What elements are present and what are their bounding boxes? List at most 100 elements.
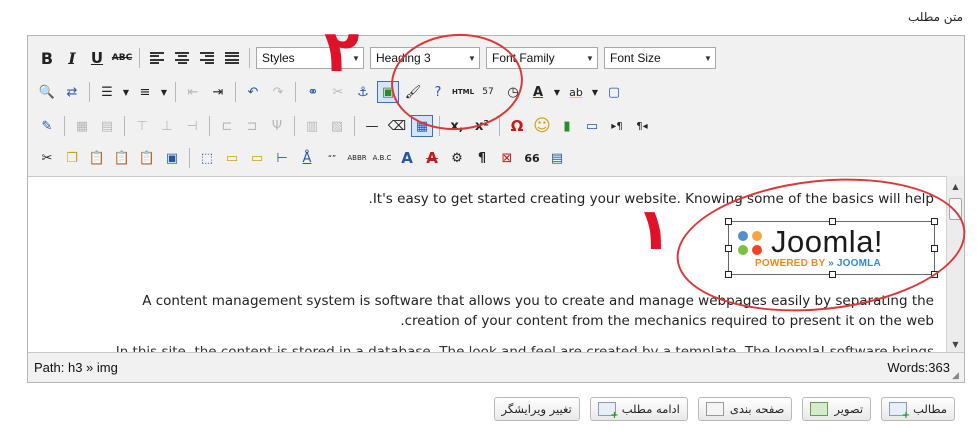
show-blocks-button[interactable]: ¶ [471,147,493,169]
article-icon [889,402,910,421]
underline-button[interactable]: U [86,47,108,69]
remove-format-button[interactable]: ⌫ [386,115,408,137]
insert-layer-button[interactable]: ⬚ [196,147,218,169]
insert-col-after-button[interactable]: ⊐ [241,115,263,137]
merge-cells-button[interactable]: ▧ [326,115,348,137]
strikethrough-button[interactable]: ABC [111,47,133,69]
font-size-select-value: Font Size [610,51,661,65]
image-button-label: تصویر [834,402,864,416]
italic-button[interactable]: I [61,47,83,69]
link-button[interactable]: ⚭ [302,81,324,103]
emotions-button[interactable]: ☺ [531,115,553,137]
rtl-button[interactable]: ¶◂ [631,115,653,137]
advanced-hr-icon: ▭ [585,118,599,134]
eraser-icon: ⌫ [387,118,407,134]
cite-button[interactable]: “” [321,147,343,169]
special-char-button[interactable]: Ω [506,115,528,137]
acronym-tag-button[interactable]: A.B.C [371,147,393,169]
align-left-button[interactable] [146,47,168,69]
anchor-icon: ⚓ [357,84,369,100]
pilcrow-icon: ¶ [477,150,487,166]
toolbar-separator [175,82,176,102]
bullet-list-button[interactable]: ☰ [96,81,118,103]
toolbar-separator [124,116,125,136]
element-path[interactable]: Path: h3 » img [34,360,118,375]
highlight-color-dropdown[interactable]: ▼ [590,81,600,103]
move-backward-button[interactable]: ▭ [246,147,268,169]
styleprops-button[interactable]: Å [296,147,318,169]
horizontal-rule-button[interactable]: — [361,115,383,137]
chevron-down-icon: ▼ [591,87,599,97]
toolbar-separator [499,116,500,136]
row-props-button[interactable]: ▤ [96,115,118,137]
readmore-button[interactable]: ادامه مطلب [589,397,688,421]
pagebreak-icon [705,402,724,416]
move-forward-button[interactable]: ▭ [221,147,243,169]
table-button[interactable]: ▦ [71,115,93,137]
indent-button[interactable]: ⇥ [207,81,229,103]
blockquote-button[interactable]: 66 [521,147,543,169]
text-color-button[interactable]: A [527,81,549,103]
undo-button[interactable]: ↶ [242,81,264,103]
bold-button[interactable]: B [36,47,58,69]
highlight-color-button[interactable]: ab [565,81,587,103]
acronym-button[interactable]: A [421,147,443,169]
font-size-select[interactable]: Font Size ▼ [604,47,716,69]
readmore-icon [597,402,619,421]
ltr-button[interactable]: ▸¶ [606,115,628,137]
numbered-list-dropdown[interactable]: ▼ [159,81,169,103]
split-cells-button[interactable]: ▥ [301,115,323,137]
paste-text-button[interactable]: 📋 [111,147,133,169]
toggle-editor-button[interactable]: تغییر ویرایشگر [493,397,580,421]
find-button[interactable]: 🔍 [36,81,58,103]
chevron-down-icon: ▼ [704,53,712,63]
insert-col-before-button[interactable]: ⊏ [216,115,238,137]
status-bar: Path: h3 » img Words:363 ◢ [28,352,964,382]
smiley-icon: ☺ [533,116,551,136]
bullet-list-dropdown[interactable]: ▼ [121,81,131,103]
media-button[interactable]: ▮ [556,115,578,137]
select-all-button[interactable]: ▣ [161,147,183,169]
replace-button[interactable]: ⇄ [61,81,83,103]
cut-button[interactable]: ✂ [36,147,58,169]
attribs-button[interactable]: ⚙ [446,147,468,169]
pagebreak-button[interactable]: صفحه بندی [697,397,793,421]
copy-button[interactable]: ❐ [61,147,83,169]
move-forward-icon: ▭ [225,150,239,166]
scroll-up-icon[interactable]: ▲ [947,178,964,194]
scroll-down-icon[interactable]: ▼ [947,336,964,352]
paste-button[interactable]: 📋 [86,147,108,169]
image-insert-button[interactable]: تصویر [802,397,872,421]
annotation-number-2: ٢ [324,17,360,85]
paste-word-button[interactable]: 📋 [136,147,158,169]
abbr-button[interactable]: A [396,147,418,169]
numbered-list-button[interactable]: ≡ [134,81,156,103]
align-justify-icon [225,52,239,64]
redo-button[interactable]: ↷ [267,81,289,103]
align-right-button[interactable] [196,47,218,69]
delete-row-icon: ⊣ [186,118,198,134]
text-color-dropdown[interactable]: ▼ [552,81,562,103]
delete-col-button[interactable]: Ψ [266,115,288,137]
insert-row-before-button[interactable]: ⊤ [131,115,153,137]
content-scrollbar[interactable]: ▲ ▼ [946,176,964,354]
insert-row-after-button[interactable]: ⊥ [156,115,178,137]
outdent-button[interactable]: ⇤ [182,81,204,103]
abbr-tag-button[interactable]: ABBR [346,147,368,169]
horizontal-rule-icon: — [365,118,379,134]
section-title: متن مطلب [907,10,963,24]
delete-row-button[interactable]: ⊣ [181,115,203,137]
absolute-button[interactable]: ⊢ [271,147,293,169]
align-justify-button[interactable] [221,47,243,69]
non-breaking-button[interactable]: ⊠ [496,147,518,169]
align-center-button[interactable] [171,47,193,69]
advhr-button[interactable]: ▭ [581,115,603,137]
scissors-icon: ✂ [41,150,53,166]
fullscreen-button[interactable]: ▢ [603,81,625,103]
template-button[interactable]: ▤ [546,147,568,169]
outdent-icon: ⇤ [187,84,199,100]
toggle-editor-label: تغییر ویرایشگر [501,402,572,416]
edit-css-button[interactable]: ✎ [36,115,58,137]
resize-grip-icon[interactable]: ◢ [952,370,962,380]
article-button[interactable]: مطالب [881,397,955,421]
